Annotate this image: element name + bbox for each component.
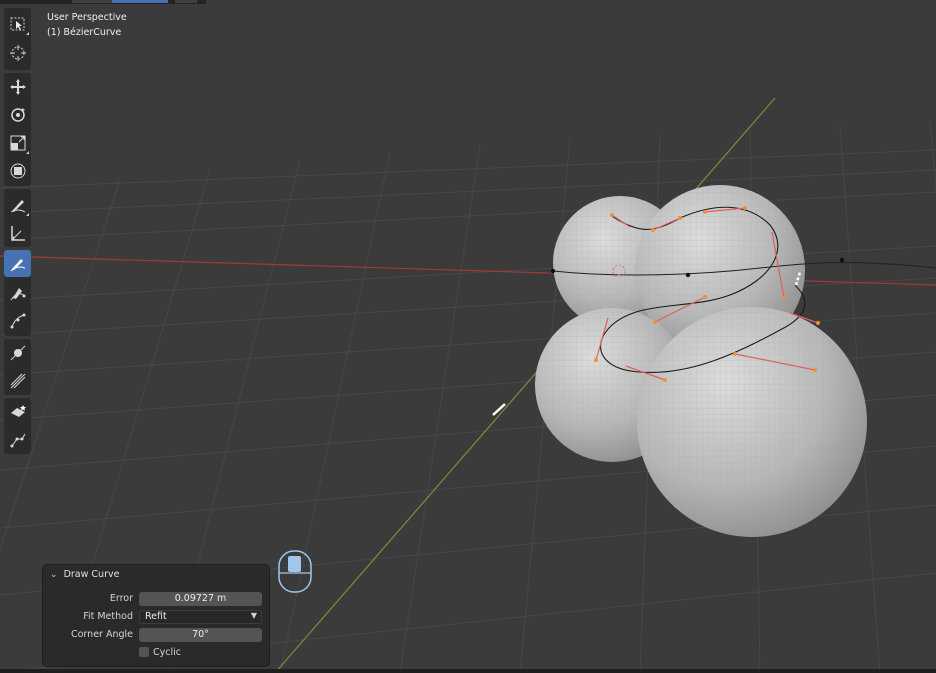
cyclic-checkbox[interactable] [139,647,149,657]
toolbar-group-annotate [4,189,31,247]
fit-method-value: Refit [145,611,167,622]
fit-method-label: Fit Method [83,611,133,622]
radius-icon [10,345,25,360]
toolbar-group-misc [4,398,31,454]
mouse-left-button-icon [278,550,312,593]
panel-title: Draw Curve [63,569,120,580]
error-label: Error [109,593,133,604]
randomize-tool[interactable] [4,398,31,425]
annotate-tool[interactable] [4,191,31,218]
scale-tool[interactable] [4,129,31,156]
corner-angle-field[interactable]: 70° [139,628,262,642]
fit-method-row: Fit Method Refit ▼ [43,609,269,625]
toolbar-group-draw [4,250,31,336]
extrude-icon [10,313,25,328]
select-box-tool[interactable] [4,10,31,37]
chevron-down-icon: ▼ [250,611,257,620]
toolbar-group-curve [4,339,31,395]
annotate-icon [10,199,25,212]
cursor-tool[interactable] [4,39,31,66]
rotate-icon [10,107,25,122]
sphere-mesh[interactable] [535,185,867,537]
transform-icon [10,163,25,178]
fit-method-dropdown[interactable]: Refit ▼ [139,610,262,624]
draw-tool[interactable] [4,250,31,277]
axis-gizmo-marker [492,403,506,416]
add-shape-icon [10,433,25,447]
active-object-name: (1) BézierCurve [47,27,122,38]
cyclic-row: Cyclic [43,645,269,661]
corner-angle-label: Corner Angle [70,629,133,640]
toolbar-group-transform [4,73,31,186]
error-row: Error 0.09727 m [43,591,269,607]
cyclic-label: Cyclic [153,647,181,658]
chevron-down-icon[interactable]: ⌄ [50,570,58,580]
radius-tool[interactable] [4,339,31,366]
measure-icon [10,225,25,241]
cursor-icon [9,44,26,61]
pen-icon [10,287,25,300]
toolbar-group-select [4,8,31,70]
randomize-icon [10,404,26,417]
extrude-tool[interactable] [4,307,31,334]
header-strip [0,0,206,4]
draw-curve-icon [10,258,25,271]
tilt-icon [10,373,25,388]
panel-header[interactable]: ⌄ Draw Curve [50,569,119,580]
transform-tool[interactable] [4,157,31,184]
3d-viewport[interactable]: User Perspective (1) BézierCurve ⌄ Draw … [0,0,936,673]
status-bar [0,669,936,673]
move-tool[interactable] [4,73,31,100]
error-field[interactable]: 0.09727 m [139,592,262,606]
pen-tool[interactable] [4,279,31,306]
rotate-tool[interactable] [4,101,31,128]
tilt-tool[interactable] [4,367,31,394]
corner-angle-row: Corner Angle 70° [43,627,269,643]
redo-panel-draw-curve: ⌄ Draw Curve Error 0.09727 m Fit Method … [43,565,269,666]
view-title: User Perspective [47,12,127,23]
measure-tool[interactable] [4,219,31,246]
select-box-icon [10,17,24,30]
move-icon [9,78,26,95]
add-shape-tool[interactable] [4,426,31,453]
scale-icon [10,135,25,150]
